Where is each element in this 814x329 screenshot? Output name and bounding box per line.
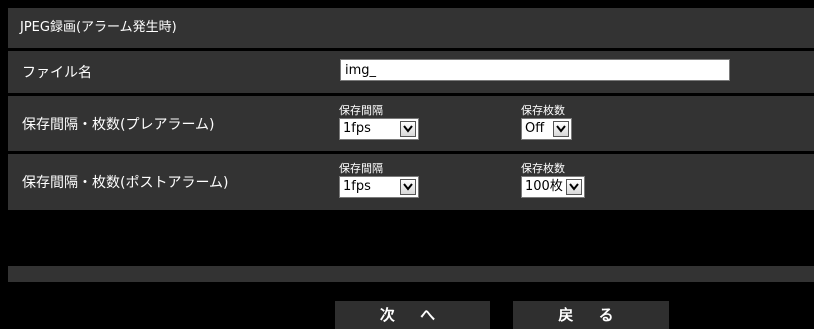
post-alarm-count-select[interactable]: 100枚 (521, 176, 585, 198)
pre-alarm-count-field: 保存枚数 Off (521, 105, 572, 140)
pre-alarm-interval-label: 保存間隔 (339, 104, 383, 117)
chevron-down-icon (400, 121, 416, 137)
chevron-down-icon (553, 121, 569, 137)
filename-input[interactable] (340, 59, 730, 81)
chevron-down-icon (566, 179, 582, 195)
filename-row: ファイル名 (8, 51, 814, 93)
back-button[interactable]: 戻 る (513, 301, 669, 329)
pre-alarm-value-cell: 保存間隔 1fps 保存枚数 Off (323, 96, 814, 151)
pre-alarm-interval-field: 保存間隔 1fps (339, 105, 419, 140)
post-alarm-count-value: 100枚 (525, 179, 563, 194)
post-alarm-count-field: 保存枚数 100枚 (521, 163, 585, 198)
divider-bar (8, 266, 814, 282)
pre-alarm-count-select[interactable]: Off (521, 118, 572, 140)
spacer-area (8, 212, 814, 266)
jpeg-alarm-settings-panel: JPEG録画(アラーム発生時) ファイル名 保存間隔・枚数(プレアラーム) 保存… (8, 0, 814, 329)
filename-label: ファイル名 (22, 65, 92, 81)
post-alarm-count-label: 保存枚数 (521, 162, 565, 175)
pre-alarm-count-label: 保存枚数 (521, 104, 565, 117)
post-alarm-label: 保存間隔・枚数(ポストアラーム) (22, 175, 229, 191)
pre-alarm-count-value: Off (525, 121, 545, 136)
pre-alarm-label: 保存間隔・枚数(プレアラーム) (22, 116, 215, 133)
post-alarm-interval-value: 1fps (343, 179, 371, 194)
pre-alarm-interval-value: 1fps (343, 121, 371, 136)
section-title: JPEG録画(アラーム発生時) (8, 8, 814, 48)
filename-value-cell (323, 51, 814, 93)
post-alarm-value-cell: 保存間隔 1fps 保存枚数 100枚 (323, 154, 814, 210)
pre-alarm-row: 保存間隔・枚数(プレアラーム) 保存間隔 1fps 保存枚数 Off (8, 96, 814, 151)
pre-alarm-interval-select[interactable]: 1fps (339, 118, 419, 140)
post-alarm-interval-select[interactable]: 1fps (339, 176, 419, 198)
chevron-down-icon (400, 179, 416, 195)
post-alarm-interval-field: 保存間隔 1fps (339, 163, 419, 198)
next-button[interactable]: 次 へ (335, 301, 490, 329)
post-alarm-interval-label: 保存間隔 (339, 162, 383, 175)
post-alarm-row: 保存間隔・枚数(ポストアラーム) 保存間隔 1fps 保存枚数 100枚 (8, 154, 814, 210)
